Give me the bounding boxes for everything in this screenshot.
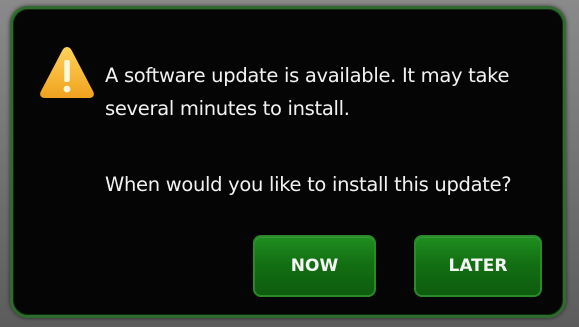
install-question: When would you like to install this upda… <box>105 173 512 196</box>
later-button[interactable]: LATER <box>414 235 542 297</box>
update-message: A software update is available. It may t… <box>105 64 510 120</box>
warning-icon <box>38 44 96 100</box>
now-button[interactable]: NOW <box>253 235 376 297</box>
screen-background: A software update is available. It may t… <box>0 0 579 327</box>
update-dialog: A software update is available. It may t… <box>10 6 566 318</box>
